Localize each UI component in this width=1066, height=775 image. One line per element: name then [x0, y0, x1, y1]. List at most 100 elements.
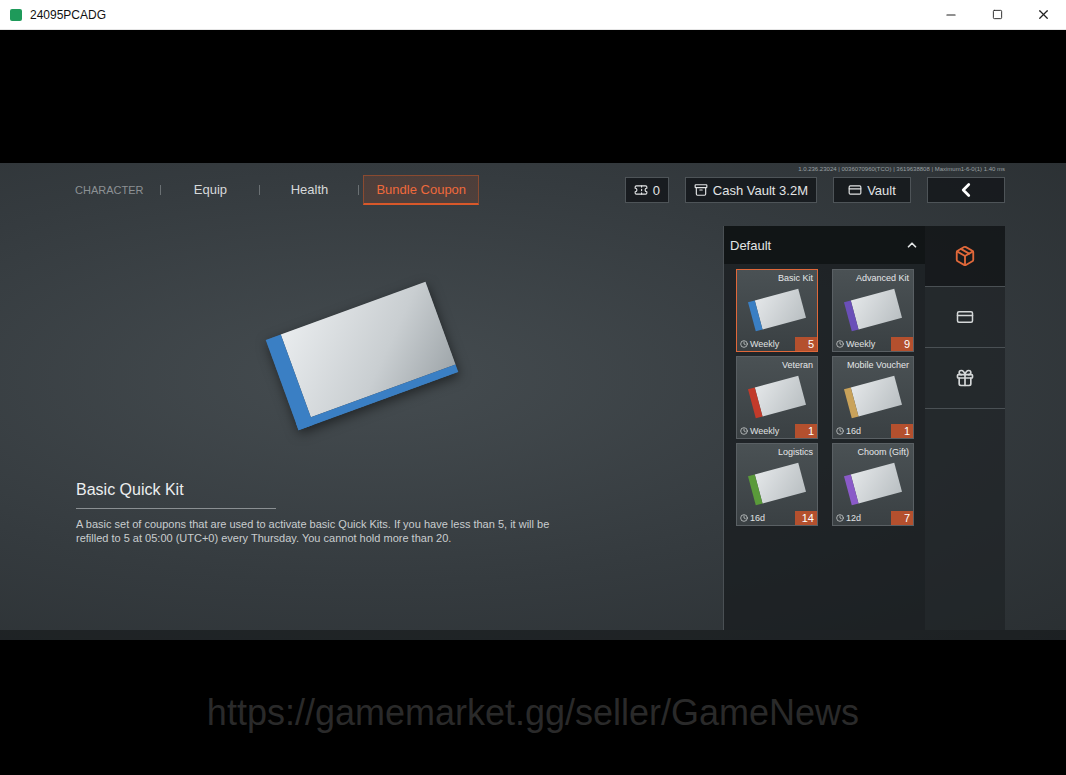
detail-block: Basic Quick Kit A basic set of coupons th… — [0, 466, 723, 545]
letterbox-top — [0, 30, 1066, 163]
back-button[interactable] — [927, 177, 1005, 203]
item-timer: 16d — [846, 426, 889, 436]
side-tab[interactable] — [925, 348, 1005, 409]
maximize-button[interactable] — [974, 0, 1020, 30]
clock-icon — [836, 427, 844, 435]
collapse-icon — [905, 238, 919, 252]
item-detail: Basic Quick Kit A basic set of coupons th… — [0, 226, 723, 630]
item-count: 1 — [795, 424, 817, 438]
item-footer: 16d14 — [737, 511, 817, 525]
nav-tab[interactable]: Health — [264, 175, 354, 205]
clock-icon — [740, 514, 748, 522]
item-art — [833, 370, 913, 424]
nav-tab[interactable]: Bundle Coupon — [363, 175, 479, 205]
currency-bar: 0 Cash Vault 3.2M Vault — [625, 177, 1005, 203]
vault-button[interactable]: Vault — [833, 177, 911, 203]
detail-description: A basic set of coupons that are used to … — [76, 517, 556, 545]
coupon-count: 0 — [625, 177, 669, 203]
app-icon — [10, 9, 22, 21]
item-timer: 16d — [750, 513, 793, 523]
item-grid: Basic KitWeekly5Advanced KitWeekly9Veter… — [724, 264, 925, 526]
item-footer: Weekly1 — [737, 424, 817, 438]
item-name: Choom (Gift) — [833, 444, 913, 457]
side-tab[interactable] — [925, 226, 1005, 287]
nav-tab[interactable]: Equip — [165, 175, 255, 205]
item-art — [737, 370, 817, 424]
item-thumbnail — [748, 463, 806, 505]
item-name: Advanced Kit — [833, 270, 913, 283]
item-timer: Weekly — [750, 339, 793, 349]
item-name: Logistics — [737, 444, 817, 457]
maximize-icon — [992, 9, 1003, 20]
item-cell[interactable]: Logistics 16d14 — [736, 443, 818, 526]
clock-icon — [740, 340, 748, 348]
side-tab[interactable] — [925, 287, 1005, 348]
side-tabs — [925, 226, 1005, 630]
item-thumbnail — [748, 376, 806, 418]
content: Basic Quick Kit A basic set of coupons th… — [0, 226, 1066, 630]
close-button[interactable] — [1020, 0, 1066, 30]
inventory-panel: DefaultBasic KitWeekly5Advanced KitWeekl… — [723, 226, 925, 630]
back-arrow-icon — [955, 179, 977, 201]
clock-icon — [836, 514, 844, 522]
vault-icon — [848, 183, 862, 197]
ticket-icon — [634, 183, 648, 197]
item-name: Basic Kit — [737, 270, 817, 283]
letterbox-bottom: https://gamemarket.gg/seller/GameNews — [0, 640, 1066, 775]
tab-separator — [259, 185, 260, 195]
item-thumbnail — [844, 463, 902, 505]
watermark: https://gamemarket.gg/seller/GameNews — [207, 692, 859, 734]
item-art — [833, 457, 913, 511]
item-thumbnail — [748, 289, 806, 331]
chest-icon — [954, 245, 976, 267]
item-name: Mobile Voucher — [833, 357, 913, 370]
item-footer: 12d7 — [833, 511, 913, 525]
tab-separator — [160, 185, 161, 195]
nav-tab[interactable]: CHARACTER — [62, 177, 156, 204]
gift-icon — [955, 368, 975, 388]
item-preview — [0, 226, 723, 466]
item-cell[interactable]: Veteran Weekly1 — [736, 356, 818, 439]
item-footer: 16d1 — [833, 424, 913, 438]
detail-title: Basic Quick Kit — [76, 481, 723, 508]
cash-vault-button[interactable]: Cash Vault 3.2M — [685, 177, 817, 203]
item-art — [833, 283, 913, 337]
item-cell[interactable]: Advanced Kit Weekly9 — [832, 269, 914, 352]
card-icon — [956, 308, 974, 326]
item-timer: Weekly — [846, 339, 889, 349]
item-count: 9 — [891, 337, 913, 351]
item-timer: Weekly — [750, 426, 793, 436]
nav-area: 1.0.236.23024 | 0036070960(TCO) | 361963… — [0, 163, 1066, 226]
item-count: 14 — [795, 511, 817, 525]
tab-list: CHARACTER Equip Health Bundle Coupon — [62, 175, 625, 205]
item-art — [737, 457, 817, 511]
window-title: 24095PCADG — [30, 8, 928, 22]
item-thumbnail — [844, 376, 902, 418]
item-timer: 12d — [846, 513, 889, 523]
item-cell[interactable]: Choom (Gift) 12d7 — [832, 443, 914, 526]
minimize-icon — [944, 8, 958, 22]
tab-separator — [358, 185, 359, 195]
inventory-header[interactable]: Default — [724, 226, 925, 264]
item-name: Veteran — [737, 357, 817, 370]
clock-icon — [836, 340, 844, 348]
item-cell[interactable]: Mobile Voucher 16d1 — [832, 356, 914, 439]
minimize-button[interactable] — [928, 0, 974, 30]
title-bar: 24095PCADG — [0, 0, 1066, 30]
nav-bar: CHARACTER Equip Health Bundle Coupon 0 Cash V… — [62, 176, 1005, 204]
item-art — [737, 283, 817, 337]
item-thumbnail — [844, 289, 902, 331]
item-count: 7 — [891, 511, 913, 525]
cash-vault-icon — [694, 183, 708, 197]
close-icon — [1036, 7, 1051, 22]
item-image — [265, 282, 458, 430]
item-footer: Weekly5 — [737, 337, 817, 351]
item-count: 1 — [891, 424, 913, 438]
item-cell[interactable]: Basic Kit Weekly5 — [736, 269, 818, 352]
right-margin — [1005, 226, 1066, 630]
clock-icon — [740, 427, 748, 435]
item-footer: Weekly9 — [833, 337, 913, 351]
version-text: 1.0.236.23024 | 0036070960(TCO) | 361963… — [62, 165, 1005, 174]
item-count: 5 — [795, 337, 817, 351]
divider — [76, 508, 276, 509]
